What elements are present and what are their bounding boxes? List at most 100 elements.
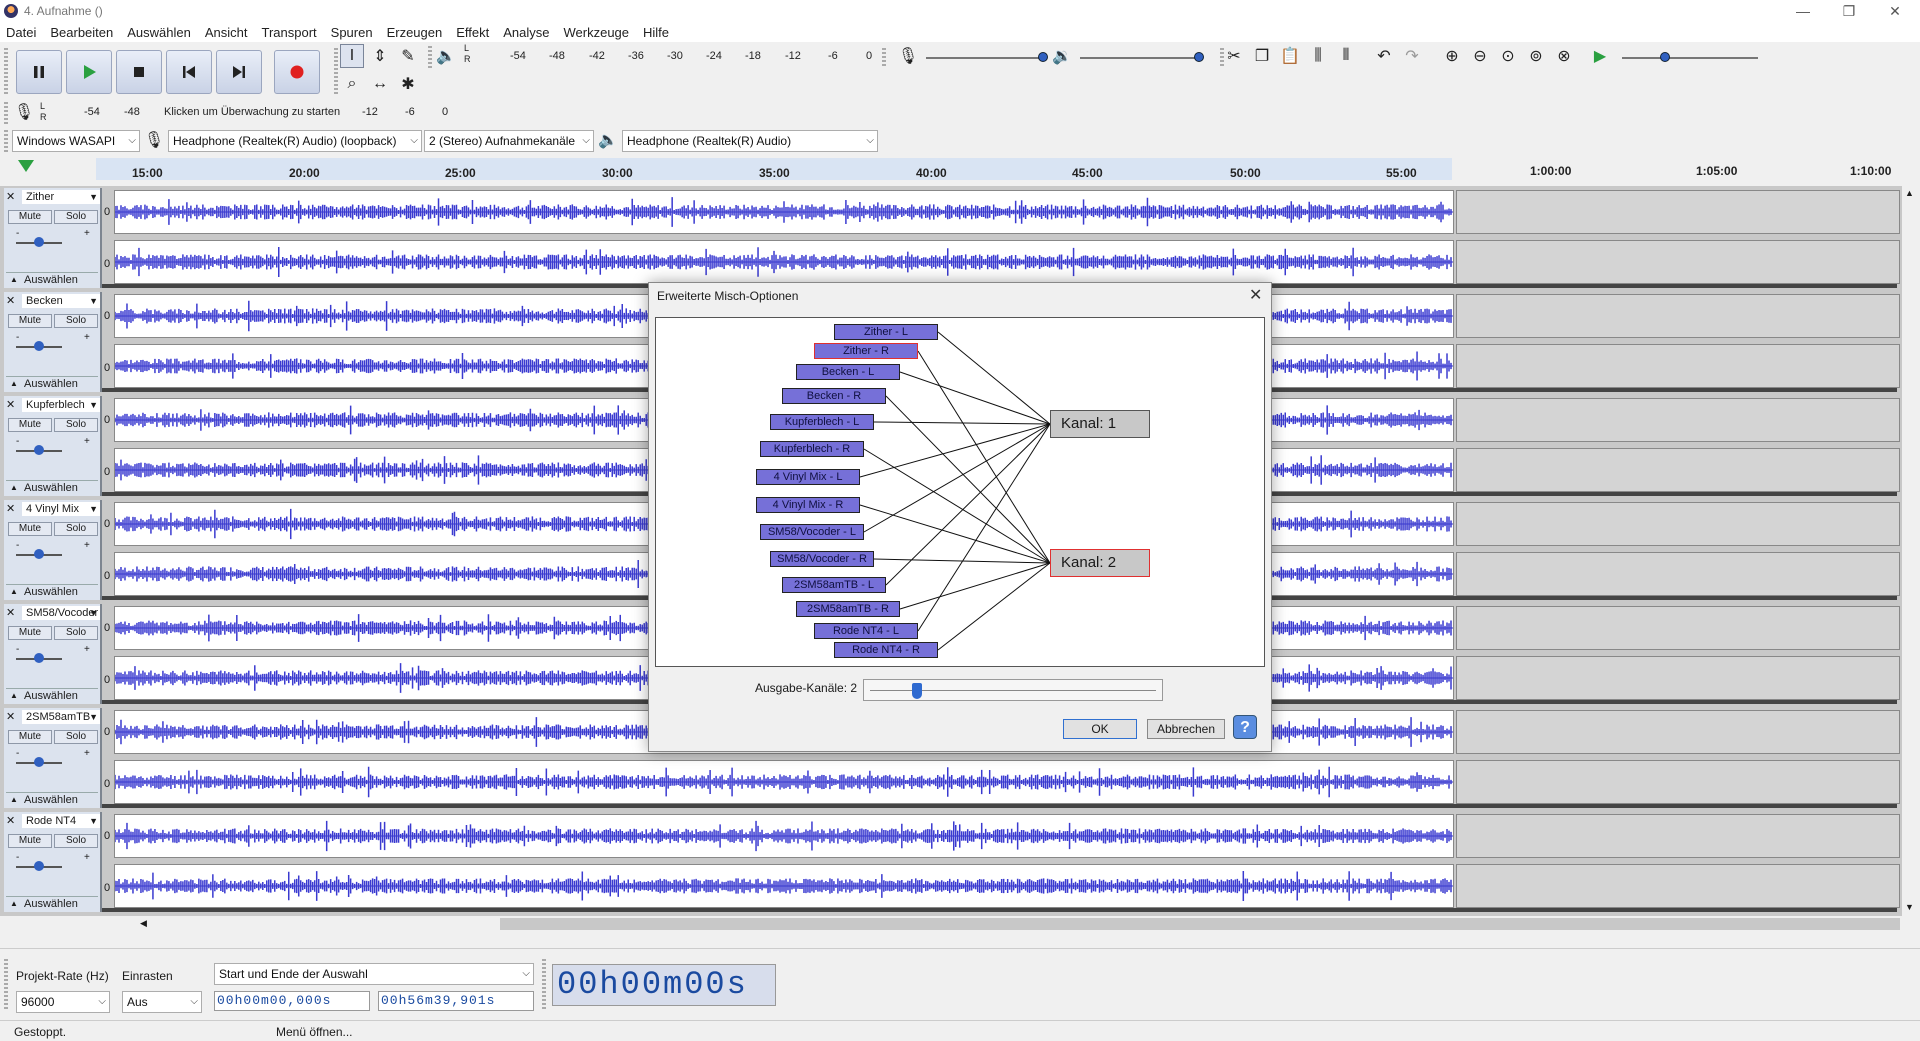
playback-meter[interactable]: -54 -48 -42 -36 -30 -24 -18 -12 -6 0: [474, 46, 876, 68]
empty-track-area[interactable]: [1456, 344, 1900, 388]
empty-track-area[interactable]: [1456, 240, 1900, 284]
mute-button[interactable]: Mute: [8, 834, 52, 848]
dialog-close-button[interactable]: ✕: [1249, 285, 1262, 305]
draw-tool-icon[interactable]: ✎: [396, 44, 420, 68]
silence-icon[interactable]: ⫴: [1334, 44, 1358, 68]
menu-transport[interactable]: Transport: [255, 25, 324, 40]
menu-effekt[interactable]: Effekt: [449, 25, 496, 40]
timeline-ruler-track[interactable]: 15:00 20:00 25:00 30:00 35:00 40:00 45:0…: [96, 158, 1452, 180]
toolbar-grip[interactable]: [882, 48, 886, 66]
close-icon[interactable]: ✕: [6, 190, 15, 203]
pan-thumb[interactable]: [34, 549, 44, 559]
track-select-button[interactable]: Auswählen: [6, 376, 98, 391]
waveform-left[interactable]: [114, 190, 1454, 234]
play-button[interactable]: [66, 50, 112, 94]
menu-datei[interactable]: Datei: [0, 25, 43, 40]
solo-button[interactable]: Solo: [54, 210, 98, 224]
toolbar-grip[interactable]: [542, 959, 546, 1009]
speaker-icon[interactable]: 🔈: [434, 44, 458, 68]
record-meter[interactable]: -54 -48 Klicken um Überwachung zu starte…: [50, 100, 454, 124]
time-shift-tool-icon[interactable]: ↔: [368, 72, 392, 96]
play-speed-slider[interactable]: [1622, 57, 1758, 59]
skip-start-button[interactable]: [166, 50, 212, 94]
input-channel-box[interactable]: Kupferblech - L: [770, 414, 874, 430]
selection-start-time[interactable]: 00h00m00,000s: [214, 991, 370, 1011]
pause-button[interactable]: [16, 50, 62, 94]
mute-button[interactable]: Mute: [8, 522, 52, 536]
record-volume-thumb[interactable]: [1038, 52, 1048, 62]
toolbar-grip[interactable]: [4, 959, 8, 1009]
menu-hilfe[interactable]: Hilfe: [636, 25, 676, 40]
input-channel-box[interactable]: Zither - R: [814, 343, 918, 359]
toolbar-grip[interactable]: [428, 46, 432, 68]
close-icon[interactable]: ✕: [6, 502, 15, 515]
zoom-in-icon[interactable]: ⊕: [1440, 44, 1464, 68]
solo-button[interactable]: Solo: [54, 626, 98, 640]
help-button[interactable]: ?: [1233, 715, 1257, 739]
selection-end-time[interactable]: 00h56m39,901s: [378, 991, 534, 1011]
toolbar-grip[interactable]: [334, 48, 338, 94]
waveform-left[interactable]: [114, 814, 1454, 858]
solo-button[interactable]: Solo: [54, 730, 98, 744]
zoom-tool-icon[interactable]: ⌕: [340, 72, 364, 96]
record-button[interactable]: [274, 50, 320, 94]
audio-host-select[interactable]: Windows WASAPI ⌵: [12, 130, 140, 152]
track-name-menu[interactable]: Kupferblech: [22, 398, 100, 412]
snap-select[interactable]: Aus ⌵: [122, 991, 202, 1013]
close-window-button[interactable]: ✕: [1872, 0, 1918, 22]
audio-position-display[interactable]: 00h00m00s: [552, 964, 776, 1006]
solo-button[interactable]: Solo: [54, 834, 98, 848]
menu-spuren[interactable]: Spuren: [324, 25, 380, 40]
input-channel-box[interactable]: 2SM58amTB - L: [782, 577, 886, 593]
input-channel-box[interactable]: SM58/Vocoder - R: [770, 551, 874, 567]
playhead-icon[interactable]: [18, 160, 34, 172]
skip-end-button[interactable]: [216, 50, 262, 94]
output-device-select[interactable]: Headphone (Realtek(R) Audio) ⌵: [622, 130, 878, 152]
empty-track-area[interactable]: [1456, 398, 1900, 442]
toolbar-grip[interactable]: [4, 48, 8, 94]
input-channel-box[interactable]: Zither - L: [834, 324, 938, 340]
input-channel-box[interactable]: Becken - R: [782, 388, 886, 404]
ok-button[interactable]: OK: [1063, 719, 1137, 739]
track-select-button[interactable]: Auswählen: [6, 792, 98, 807]
track-select-button[interactable]: Auswählen: [6, 272, 98, 287]
scroll-up-icon[interactable]: ▲: [1905, 188, 1914, 198]
track-control-panel[interactable]: ✕ 2SM58amTB Mute Solo - + Auswählen: [4, 708, 102, 808]
track-name-menu[interactable]: Zither: [22, 190, 100, 204]
toolbar-grip[interactable]: [4, 102, 8, 124]
play-at-speed-icon[interactable]: ▶: [1588, 44, 1612, 68]
record-volume-slider[interactable]: [926, 57, 1046, 59]
envelope-tool-icon[interactable]: ⇕: [368, 44, 392, 68]
mute-button[interactable]: Mute: [8, 626, 52, 640]
pan-thumb[interactable]: [34, 861, 44, 871]
stop-button[interactable]: [116, 50, 162, 94]
menu-werkzeuge[interactable]: Werkzeuge: [557, 25, 637, 40]
minimize-button[interactable]: —: [1780, 0, 1826, 22]
waveform-right[interactable]: [114, 864, 1454, 908]
empty-track-area[interactable]: [1456, 656, 1900, 700]
input-channel-box[interactable]: Rode NT4 - R: [834, 642, 938, 658]
monitor-prompt[interactable]: Klicken um Überwachung zu starten: [164, 106, 340, 118]
pan-thumb[interactable]: [34, 653, 44, 663]
track-name-menu[interactable]: Rode NT4: [22, 814, 100, 828]
track-select-button[interactable]: Auswählen: [6, 480, 98, 495]
empty-track-area[interactable]: [1456, 710, 1900, 754]
input-channel-box[interactable]: 2SM58amTB - R: [796, 601, 900, 617]
empty-track-area[interactable]: [1456, 864, 1900, 908]
project-rate-select[interactable]: 96000 ⌵: [16, 991, 110, 1013]
close-icon[interactable]: ✕: [6, 606, 15, 619]
input-channel-box[interactable]: Rode NT4 - L: [814, 623, 918, 639]
record-meter-microphone-icon[interactable]: 🎙: [12, 100, 36, 124]
horizontal-scroll-thumb[interactable]: [500, 918, 1900, 930]
waveform-right[interactable]: [114, 240, 1454, 284]
zoom-out-icon[interactable]: ⊖: [1468, 44, 1492, 68]
close-icon[interactable]: ✕: [6, 398, 15, 411]
vertical-scrollbar[interactable]: ▲ ▼: [1902, 186, 1920, 916]
empty-track-area[interactable]: [1456, 760, 1900, 804]
waveform-right[interactable]: [114, 760, 1454, 804]
menu-auswaehlen[interactable]: Auswählen: [120, 25, 198, 40]
fit-selection-icon[interactable]: ⊙: [1496, 44, 1520, 68]
menu-analyse[interactable]: Analyse: [496, 25, 556, 40]
trim-icon[interactable]: ⫼: [1306, 44, 1330, 68]
track-select-button[interactable]: Auswählen: [6, 896, 98, 911]
